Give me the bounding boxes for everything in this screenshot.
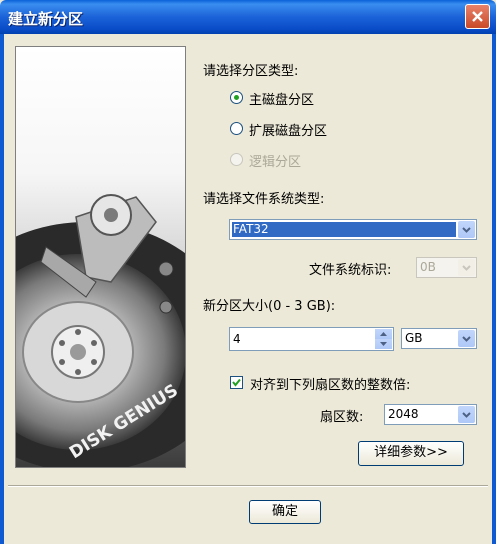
size-spinner[interactable]: [375, 329, 392, 349]
filesystem-type-value: FAT32: [233, 222, 269, 236]
title-bar: 建立新分区: [0, 0, 496, 34]
dropdown-arrow[interactable]: [458, 406, 475, 423]
filesystem-type-label: 请选择文件系统类型:: [203, 192, 325, 207]
partition-type-label: 请选择分区类型:: [203, 64, 299, 79]
radio-logical-partition: [230, 153, 243, 166]
chevron-down-icon: [462, 335, 471, 342]
filesystem-type-select[interactable]: FAT32: [229, 219, 477, 240]
chevron-down-icon: [462, 226, 471, 233]
filesystem-id-select: 0B: [416, 257, 477, 278]
spin-down-button[interactable]: [375, 339, 392, 349]
window-title: 建立新分区: [8, 10, 84, 28]
radio-primary-partition[interactable]: [230, 91, 243, 104]
dropdown-arrow[interactable]: [458, 330, 475, 347]
align-checkbox-label[interactable]: 对齐到下列扇区数的整数倍:: [250, 374, 410, 393]
spin-up-button[interactable]: [375, 329, 392, 339]
arrow-up-icon: [380, 332, 387, 336]
close-button[interactable]: [465, 4, 490, 29]
partition-size-value: 4: [233, 332, 241, 346]
partition-size-label: 新分区大小(0 - 3 GB):: [203, 299, 336, 314]
ok-button[interactable]: 确定: [249, 500, 321, 524]
window-frame-right: [492, 34, 496, 544]
filesystem-id-value: 0B: [420, 260, 436, 274]
radio-extended-partition[interactable]: [230, 122, 243, 135]
arrow-down-icon: [380, 342, 387, 346]
align-checkbox[interactable]: [230, 376, 243, 389]
radio-logical-partition-label: 逻辑分区: [249, 155, 302, 170]
radio-primary-partition-label[interactable]: 主磁盘分区: [249, 89, 314, 108]
dropdown-arrow[interactable]: [458, 221, 475, 238]
details-button[interactable]: 详细参数>>: [358, 441, 464, 466]
close-icon: [472, 11, 483, 22]
separator-line: [8, 485, 488, 487]
filesystem-id-label: 文件系统标识:: [309, 263, 392, 278]
hard-disk-illustration: DISK GENIUS: [15, 46, 186, 468]
hard-disk-image: DISK GENIUS: [16, 194, 185, 467]
partition-size-input[interactable]: 4: [229, 327, 394, 351]
dropdown-arrow-disabled: [458, 259, 475, 276]
radio-extended-partition-label[interactable]: 扩展磁盘分区: [249, 120, 327, 139]
size-unit-select[interactable]: GB: [401, 328, 477, 349]
sector-count-label: 扇区数:: [320, 410, 364, 425]
chevron-down-icon: [462, 264, 471, 271]
window-frame-left: [0, 34, 4, 544]
chevron-down-icon: [462, 411, 471, 418]
sector-count-select[interactable]: 2048: [384, 404, 477, 425]
checkmark-icon: [232, 378, 241, 387]
sector-count-value: 2048: [388, 407, 419, 421]
size-unit-value: GB: [405, 331, 423, 345]
